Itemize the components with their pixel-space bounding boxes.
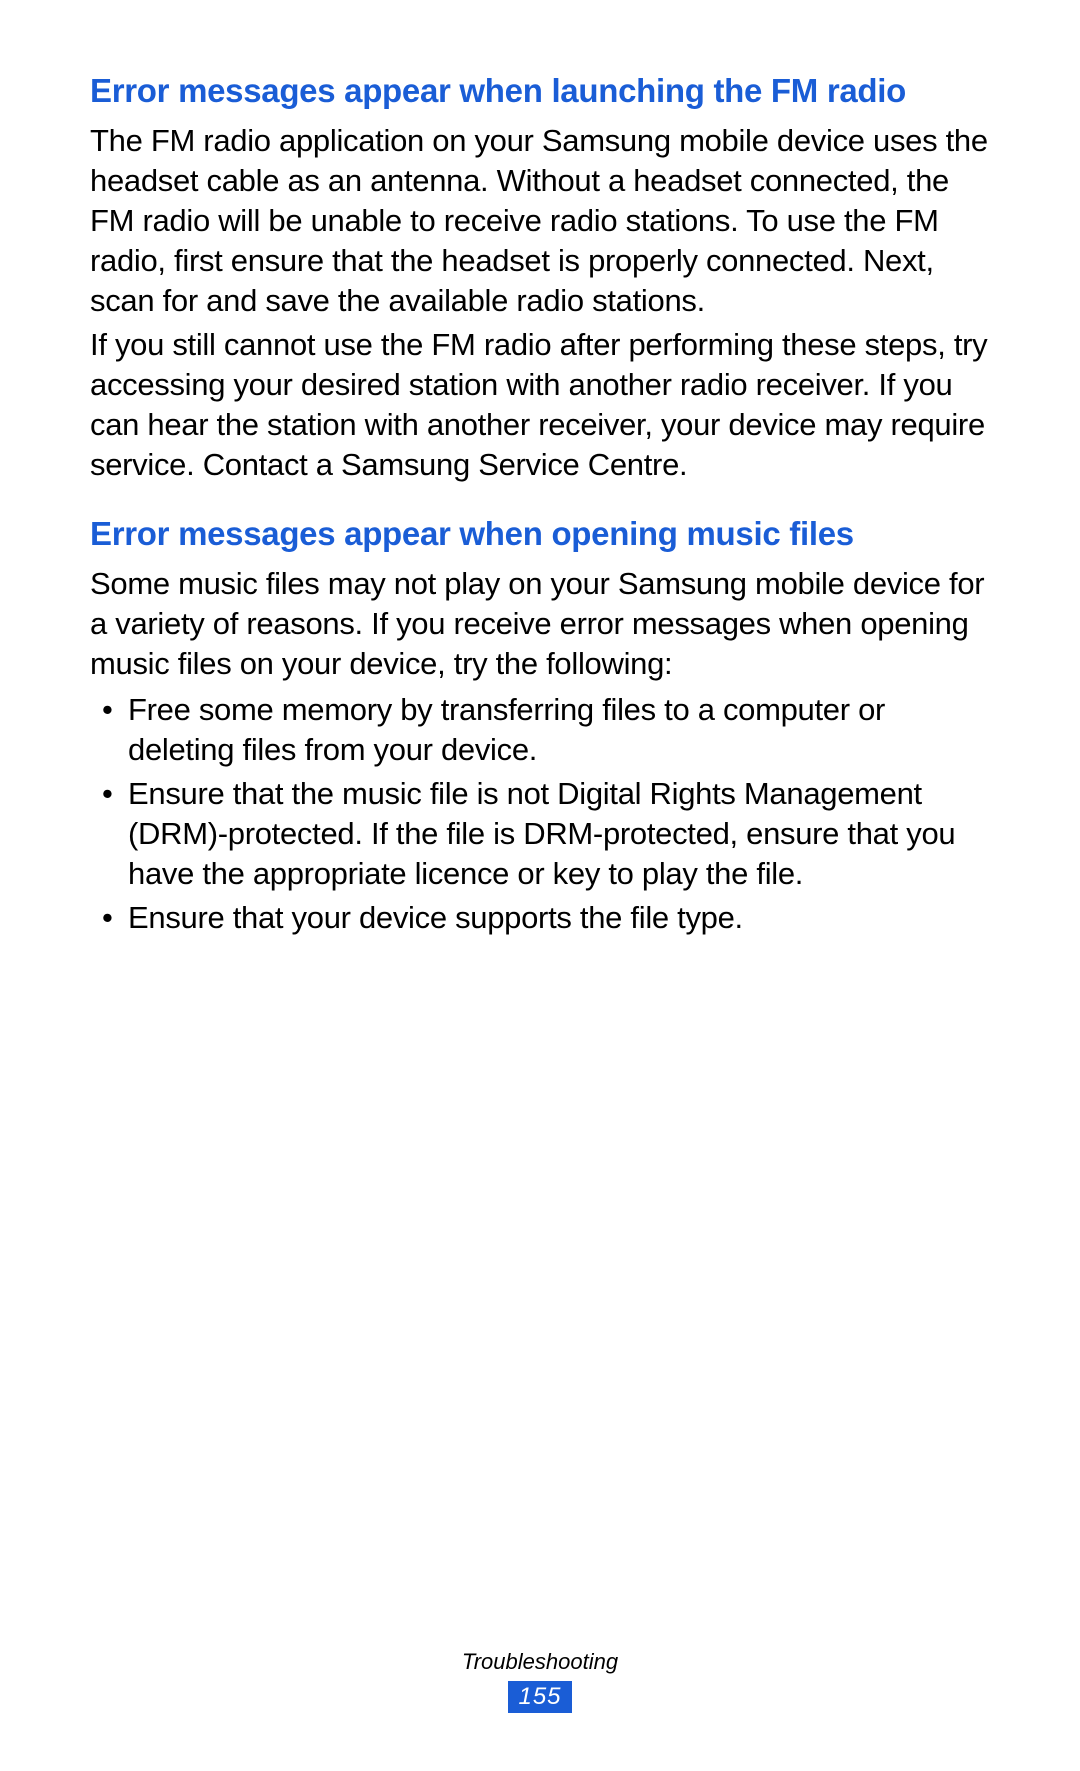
page-footer: Troubleshooting 155 — [0, 1649, 1080, 1713]
list-item: Ensure that the music file is not Digita… — [90, 774, 990, 894]
section1-heading: Error messages appear when launching the… — [90, 70, 990, 113]
section2-para1: Some music files may not play on your Sa… — [90, 564, 990, 684]
page-content: Error messages appear when launching the… — [90, 70, 990, 938]
bullet-list: Free some memory by transferring files t… — [90, 690, 990, 938]
footer-label: Troubleshooting — [0, 1649, 1080, 1675]
section1-para1: The FM radio application on your Samsung… — [90, 121, 990, 321]
page-number: 155 — [508, 1681, 571, 1713]
section1-para2: If you still cannot use the FM radio aft… — [90, 325, 990, 485]
list-item: Free some memory by transferring files t… — [90, 690, 990, 770]
list-item: Ensure that your device supports the fil… — [90, 898, 990, 938]
section2-heading: Error messages appear when opening music… — [90, 513, 990, 556]
